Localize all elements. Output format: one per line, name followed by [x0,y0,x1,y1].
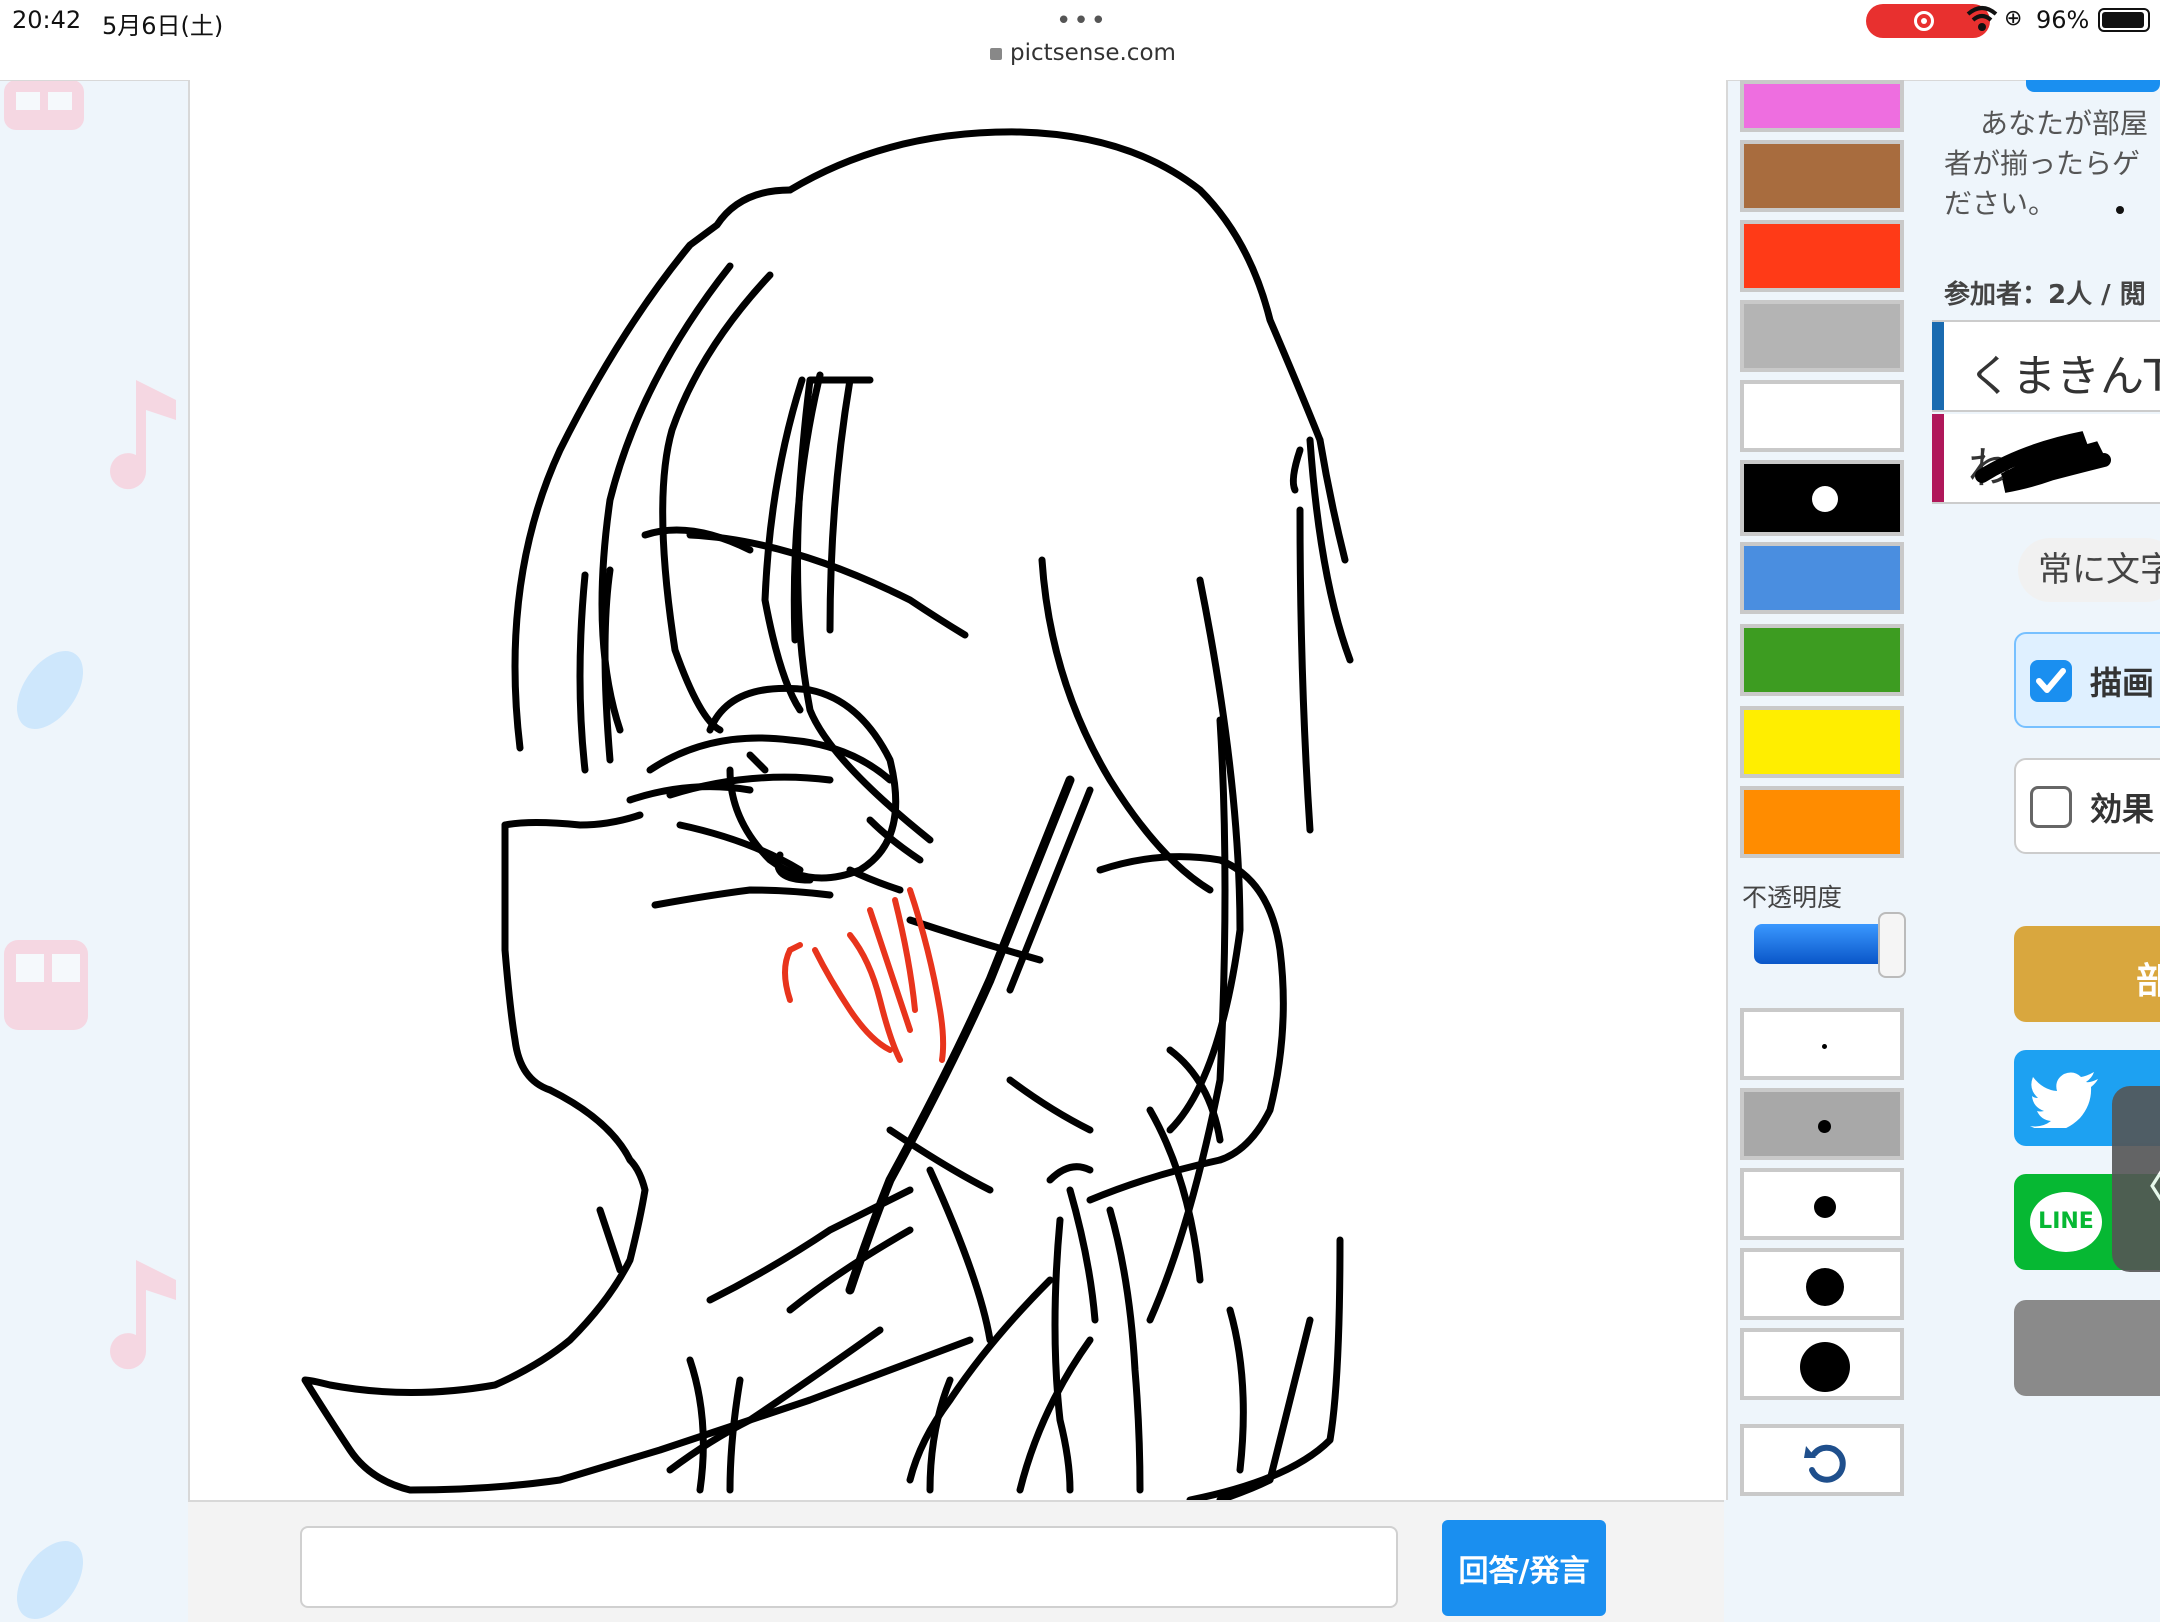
participant-count: 参加者：2人 / 閲 [1944,280,2146,310]
brush-size-3[interactable] [1740,1168,1904,1240]
effect-checkbox-label: 効果 [2090,790,2155,828]
always-text-option[interactable]: 常に文字 [2018,538,2160,602]
effect-checkbox[interactable] [2030,786,2072,828]
brush-size-5[interactable] [1740,1328,1904,1400]
gray-action-button[interactable] [2014,1300,2160,1396]
undo-button[interactable] [1740,1424,1904,1496]
twitter-icon [2030,1072,2098,1128]
status-date: 5月6日(土) [102,12,224,40]
lock-icon [990,47,1002,60]
battery-icon [2098,8,2150,32]
color-swatch-blue[interactable] [1740,542,1904,614]
player-name: くまきんT [1968,351,2160,402]
wifi-icon [1966,6,1998,31]
check-icon [2036,668,2066,693]
top-action-button[interactable] [2026,80,2160,92]
draw-checkbox[interactable] [2030,660,2072,702]
color-swatch-white[interactable] [1740,380,1904,452]
room-button-label: 部 [2136,961,2160,1002]
drawing [301,128,1354,1500]
chevron-left-icon: 〈 [2122,1148,2160,1218]
drawing-canvas[interactable] [188,80,1728,1500]
status-bar: 20:42 5月6日(土) ••• pictsense.com ⊕ 96% [0,0,2160,81]
player-row[interactable]: くまきんT [1932,322,2160,412]
orientation-lock-icon: ⊕ [2004,6,2023,31]
color-swatch-brown[interactable] [1740,140,1904,212]
color-swatch-orange[interactable] [1740,786,1904,858]
description-line-3: ださい。 [1944,187,2057,220]
draw-checkbox-label: 描画 [2090,664,2155,702]
multitask-dots-icon[interactable]: ••• [1056,6,1108,36]
status-time: 20:42 [12,6,82,34]
color-swatch-black[interactable] [1740,460,1904,536]
room-button[interactable]: 部 [2014,926,2160,1022]
opacity-slider-track[interactable] [1754,924,1888,964]
selected-indicator [1812,486,1838,512]
collapse-panel-handle[interactable]: 〈 [2112,1086,2160,1272]
effect-option-card[interactable]: 効果 [2014,758,2160,854]
undo-icon [1804,1444,1846,1483]
description-line-2: 者が揃ったらゲ [1944,147,2141,180]
color-swatch-gray[interactable] [1740,300,1904,372]
rocket-sticker [16,650,84,730]
brush-size-4[interactable] [1740,1248,1904,1320]
music-note-sticker [110,380,176,490]
url-text: pictsense.com [1010,40,1176,66]
color-swatch-pink[interactable] [1740,80,1904,132]
answer-bar: 回答/発言 [188,1500,1724,1622]
url-bar[interactable]: pictsense.com [990,40,1176,66]
record-icon [1914,11,1934,31]
battery-percent: 96% [2036,6,2090,34]
brush-size-2[interactable] [1740,1088,1904,1160]
rocket-sticker [16,1540,84,1620]
color-swatch-green[interactable] [1740,624,1904,696]
bus-sticker [4,940,88,1030]
draw-option-card[interactable]: 描画 [2014,632,2160,728]
redaction-scribble [1975,431,2111,493]
player-row[interactable]: わ [1932,414,2160,504]
brush-size-1[interactable] [1740,1008,1904,1080]
player-color-bar [1932,322,1944,410]
player-color-bar [1932,414,1944,502]
opacity-slider-knob[interactable] [1878,912,1906,978]
answer-input[interactable] [300,1526,1398,1608]
description-line-1: あなたが部屋 [1980,107,2149,140]
color-swatch-red[interactable] [1740,220,1904,292]
color-swatch-yellow[interactable] [1740,706,1904,778]
room-description: あなたが部屋 者が揃ったらゲ ださい。 [1944,104,2160,224]
player-list: くまきんT わ [1932,320,2160,508]
line-icon: LINE [2030,1192,2102,1252]
dot-mark [2116,206,2124,214]
music-note-sticker [110,1260,176,1370]
opacity-label: 不透明度 [1742,883,1843,912]
answer-submit-button[interactable]: 回答/発言 [1442,1520,1606,1616]
